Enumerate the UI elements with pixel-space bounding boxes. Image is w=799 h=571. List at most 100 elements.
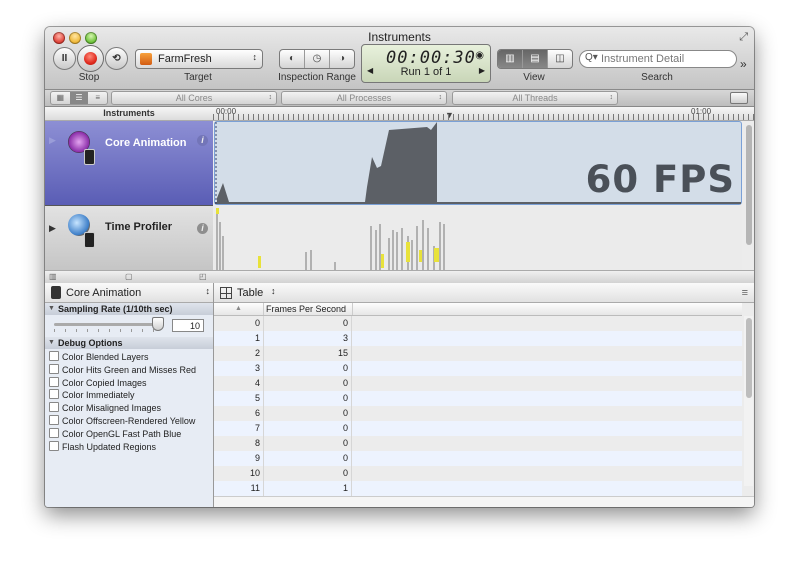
record-stop-button[interactable] [77, 45, 104, 72]
view-label: View [523, 72, 545, 83]
checkbox[interactable] [49, 351, 59, 361]
stop-label: Stop [78, 72, 100, 83]
checkbox[interactable] [49, 427, 59, 438]
cores-popup[interactable]: All Cores ↕ [111, 91, 277, 105]
column-divider [351, 316, 352, 331]
table-row[interactable]: 13 [214, 331, 742, 346]
cpu-sample-bars [216, 208, 445, 270]
clock-icon[interactable]: ◉ [475, 50, 484, 61]
table-row[interactable]: 60 [214, 406, 742, 421]
debug-option[interactable]: Color Hits Green and Misses Red [49, 363, 196, 376]
track-footer-right-icon[interactable]: ◰ [199, 272, 207, 281]
view-bottom-pane-button[interactable]: ▤ [523, 50, 548, 68]
debug-options-header[interactable]: ▼ Debug Options [45, 337, 213, 349]
pause-button[interactable]: II [53, 47, 76, 70]
checkbox[interactable] [49, 402, 59, 413]
popup-arrows-icon[interactable]: ↕ [271, 286, 276, 296]
range-end-button[interactable]: ◑ [330, 50, 354, 68]
target-popup[interactable]: FarmFresh ↕ [135, 49, 263, 69]
filter-view-icon-2[interactable]: ☰ [69, 92, 89, 104]
filter-view-icon-3[interactable]: ≡ [88, 92, 107, 104]
time-profiler-instrument-icon [65, 212, 95, 248]
fullscreen-icon[interactable]: ⤢ [739, 31, 748, 44]
view-left-pane-button[interactable]: ▥ [498, 50, 523, 68]
filter-view-icon-1[interactable]: ▦ [51, 92, 70, 104]
track-footer-left-icon[interactable]: ▥ [49, 272, 57, 281]
time-profiler-graph[interactable] [214, 206, 742, 270]
processes-popup[interactable]: All Processes ↕ [281, 91, 447, 105]
table-row[interactable]: 50 [214, 391, 742, 406]
debug-option[interactable]: Color Offscreen-Rendered Yellow [49, 415, 195, 427]
info-icon[interactable]: i [197, 135, 208, 146]
next-run-button[interactable]: ▶ [479, 66, 485, 75]
instrument-select-popup[interactable]: Core Animation ↕ [45, 283, 213, 303]
table-row[interactable]: 70 [214, 421, 742, 436]
checkbox[interactable] [49, 376, 59, 387]
table-row[interactable]: 2 15 [214, 346, 742, 361]
checkbox[interactable] [49, 440, 59, 451]
column-divider [351, 361, 352, 376]
info-icon[interactable]: i [197, 223, 208, 234]
debug-option[interactable]: Flash Updated Regions [49, 440, 156, 453]
sampling-rate-slider-thumb[interactable] [152, 317, 164, 331]
range-start-button[interactable]: ◐ [280, 50, 305, 68]
threads-popup[interactable]: All Threads ↕ [452, 91, 618, 105]
checkbox[interactable] [49, 389, 59, 400]
table-scrollbar[interactable] [744, 316, 753, 486]
debug-option-label: Color Immediately [62, 390, 135, 401]
row-fps-value: 0 [342, 423, 348, 433]
debug-option[interactable]: Color Immediately [49, 389, 135, 401]
core-animation-graph[interactable]: 60 FPS [214, 121, 742, 205]
sort-indicator-icon[interactable]: ▲ [214, 303, 264, 315]
track-core-animation[interactable]: ▶ Core Animation i [45, 121, 213, 206]
checkbox[interactable] [49, 415, 59, 425]
track-time-profiler[interactable]: ▶ Time Profiler i [45, 206, 213, 270]
debug-option[interactable]: Color Copied Images [49, 376, 147, 389]
time-ruler[interactable]: 00:00 ▼ 01:00 [213, 107, 754, 121]
debug-options-title: Debug Options [58, 338, 123, 348]
track-footer-center-icon[interactable]: ▢ [125, 272, 133, 281]
row-fps-value: 0 [342, 378, 348, 388]
table-row[interactable]: 00 [214, 316, 742, 331]
disclosure-triangle-icon[interactable]: ▶ [49, 135, 56, 146]
debug-option[interactable]: Color Misaligned Images [49, 402, 161, 414]
sampling-rate-header[interactable]: ▼ Sampling Rate (1/10th sec) [45, 303, 213, 315]
row-fps-value: 15 [337, 348, 348, 358]
column-divider [351, 466, 352, 481]
fps-readout: 60 FPS [585, 158, 735, 201]
columns-icon[interactable] [730, 92, 748, 104]
debug-option[interactable]: Color Blended Layers [49, 351, 149, 363]
scrollbar-knob[interactable] [746, 125, 752, 245]
range-clear-button[interactable]: ◷ [305, 50, 330, 68]
row-fps-value: 0 [342, 408, 348, 418]
table-row[interactable]: 10 0 [214, 466, 742, 481]
instruments-column-header: Instruments [45, 107, 213, 121]
disclosure-triangle-icon[interactable]: ▶ [49, 223, 56, 234]
detail-view-select[interactable]: Table [237, 287, 263, 299]
table-row[interactable]: 90 [214, 451, 742, 466]
scrollbar-knob[interactable] [746, 318, 752, 398]
table-row[interactable]: 80 [214, 436, 742, 451]
sampling-rate-slider-track[interactable] [54, 323, 164, 326]
debug-option-label: Color OpenGL Fast Path Blue [62, 428, 182, 439]
loop-button[interactable]: ⟲ [105, 47, 128, 70]
checkbox[interactable] [49, 363, 59, 374]
track-name: Core Animation [105, 137, 187, 149]
column-header-fps[interactable]: Frames Per Second [264, 303, 353, 315]
search-field[interactable]: Q▾ Instrument Detail [579, 50, 737, 68]
app-icon [140, 53, 152, 65]
detail-menu-icon[interactable]: ≡ [742, 287, 748, 299]
timeline-scrollbar[interactable] [744, 121, 753, 269]
column-divider [351, 406, 352, 421]
sampling-rate-field[interactable]: 10 [172, 319, 204, 332]
debug-option[interactable]: Color OpenGL Fast Path Blue [49, 427, 182, 440]
toolbar-overflow-icon[interactable]: » [740, 57, 747, 71]
table-row[interactable]: 40 [214, 376, 742, 391]
threads-label: All Threads [512, 93, 558, 103]
table-row[interactable]: 11 1 [214, 481, 742, 496]
row-index: 5 [254, 393, 260, 403]
table-row[interactable]: 30 [214, 361, 742, 376]
column-divider [351, 331, 352, 346]
view-right-pane-button[interactable]: ◫ [548, 50, 572, 68]
instrument-options-panel: Core Animation ↕ ▼ Sampling Rate (1/10th… [45, 283, 214, 507]
